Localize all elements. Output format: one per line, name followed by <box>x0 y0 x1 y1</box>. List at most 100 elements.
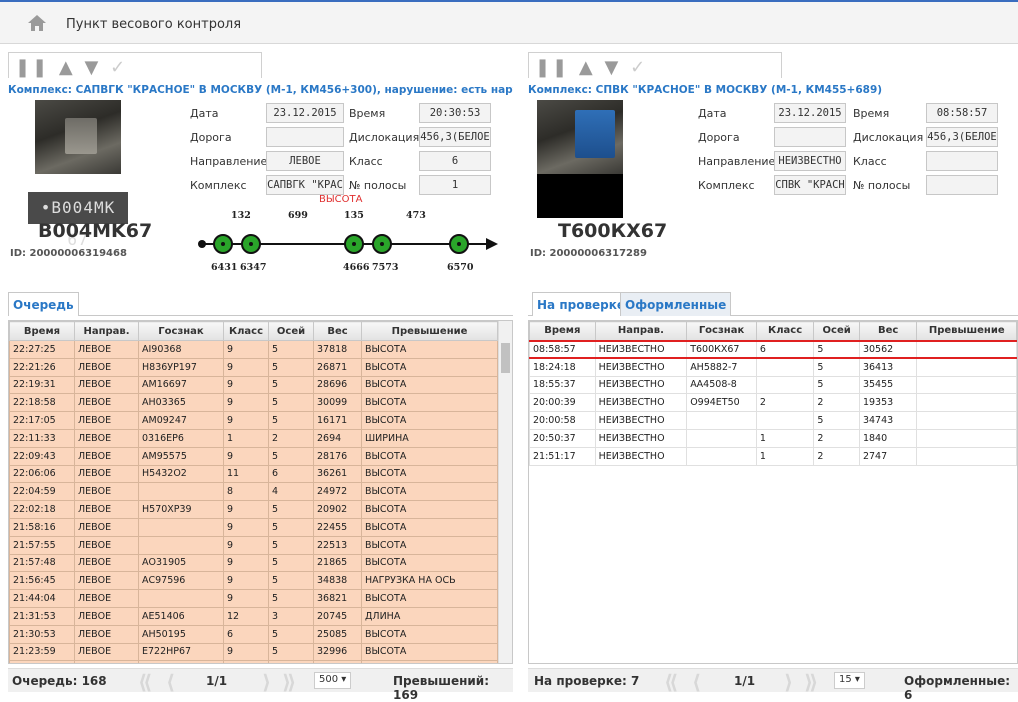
table-row[interactable]: 21:44:04 ЛЕВОЕ 9 5 36821 ВЫСОТА <box>9 589 498 608</box>
prev-page-icon[interactable]: ⟨ <box>692 670 701 694</box>
check-icon[interactable]: ✓ <box>630 57 647 78</box>
lane-field[interactable] <box>926 175 998 195</box>
road-icon[interactable]: ▲ <box>59 57 75 78</box>
time-field[interactable]: 20:30:53 <box>419 103 491 123</box>
table-row[interactable]: 22:18:58 ЛЕВОЕ АН03365 9 5 30099 ВЫСОТА <box>9 393 498 413</box>
table-row[interactable]: 22:21:26 ЛЕВОЕ Н836УР197 9 5 26871 ВЫСОТА <box>9 357 498 377</box>
wheel <box>344 234 364 254</box>
column-header[interactable]: Госзнак <box>686 321 757 341</box>
vehicle-photo[interactable] <box>35 100 121 174</box>
date-field[interactable]: 23.12.2015 <box>774 103 846 123</box>
class-label: Класс <box>853 155 887 168</box>
last-page-icon[interactable]: ⟩⟩ <box>804 670 818 694</box>
first-page-icon[interactable]: ⟨⟨ <box>138 670 152 694</box>
time-field[interactable]: 08:58:57 <box>926 103 998 123</box>
road-icon[interactable]: ▲ <box>579 57 595 78</box>
column-header[interactable]: Время <box>529 321 596 341</box>
table-row[interactable]: 22:02:18 ЛЕВОЕ Н570ХР39 9 5 20902 ВЫСОТА <box>9 500 498 519</box>
table-row[interactable]: 22:27:25 ЛЕВОЕ АI90368 9 5 37818 ВЫСОТА <box>9 340 498 359</box>
pause-icon[interactable]: ❚❚ <box>535 57 569 78</box>
complex-field[interactable]: САПВГК "КРАС <box>266 175 344 195</box>
class-field[interactable] <box>926 151 998 171</box>
column-header[interactable]: Время <box>9 321 75 341</box>
table-row[interactable]: 21:51:17 НЕИЗВЕСТНО 1 2 2747 <box>529 446 1017 466</box>
table-cell: ВЫСОТА <box>361 357 498 377</box>
next-page-icon[interactable]: ⟩ <box>784 670 793 694</box>
page-size-select[interactable]: 500 ▾ <box>314 672 352 689</box>
table-row[interactable]: 18:24:18 НЕИЗВЕСТНО АН5882-7 5 36413 <box>529 357 1017 377</box>
column-header[interactable]: Направ. <box>74 321 139 341</box>
table-cell: 22:06:06 <box>9 464 75 484</box>
table-row[interactable]: 22:17:05 ЛЕВОЕ АМ09247 9 5 16171 ВЫСОТА <box>9 411 498 430</box>
filter-icon[interactable]: ▼ <box>604 57 620 78</box>
table-row[interactable]: 21:30:53 ЛЕВОЕ АН50195 6 5 25085 ВЫСОТА <box>9 624 498 644</box>
dir-field[interactable]: ЛЕВОЕ <box>266 151 344 171</box>
vehicle-photo[interactable] <box>537 100 623 174</box>
table-cell: 19353 <box>858 393 918 413</box>
disloc-field[interactable]: 456,3(БЕЛОЕ <box>419 127 491 147</box>
table-cell: 22513 <box>313 535 362 555</box>
filter-icon[interactable]: ▼ <box>84 57 100 78</box>
first-page-icon[interactable]: ⟨⟨ <box>664 670 678 694</box>
column-header[interactable]: Превышение <box>361 321 498 341</box>
table-row[interactable]: 21:23:59 ЛЕВОЕ Е722НР67 9 5 32996 ВЫСОТА <box>9 642 498 662</box>
column-header[interactable]: Госзнак <box>138 321 224 341</box>
table-row[interactable]: 20:50:37 НЕИЗВЕСТНО 1 2 1840 <box>529 428 1017 448</box>
table-cell: 24972 <box>313 482 362 502</box>
last-page-icon[interactable]: ⟩⟩ <box>282 670 296 694</box>
tab-queue[interactable]: Очередь <box>8 292 79 316</box>
next-page-icon[interactable]: ⟩ <box>262 670 271 694</box>
tab-completed[interactable]: Оформленные <box>620 292 732 316</box>
road-field[interactable] <box>774 127 846 147</box>
table-row[interactable]: 18:55:37 НЕИЗВЕСТНО АА4508-8 5 35455 <box>529 375 1017 395</box>
page-size-select[interactable]: 15 ▾ <box>834 672 865 689</box>
tab-checking[interactable]: На проверке <box>532 292 631 316</box>
class-field[interactable]: 6 <box>419 151 491 171</box>
table-row[interactable]: 21:57:55 ЛЕВОЕ 9 5 22513 ВЫСОТА <box>9 535 498 555</box>
table-cell: 28696 <box>313 375 362 395</box>
pause-icon[interactable]: ❚❚ <box>15 57 49 78</box>
table-cell <box>138 517 224 537</box>
lane-label: № полосы <box>853 179 911 192</box>
table-row[interactable]: 22:04:59 ЛЕВОЕ 8 4 24972 ВЫСОТА <box>9 482 498 502</box>
table-row[interactable]: 22:19:31 ЛЕВОЕ АМ16697 9 5 28696 ВЫСОТА <box>9 375 498 395</box>
table-cell: 5 <box>268 624 314 644</box>
table-row[interactable]: 21:57:48 ЛЕВОЕ АО31905 9 5 21865 ВЫСОТА <box>9 553 498 573</box>
home-icon[interactable] <box>27 13 47 33</box>
table-cell: ВЫСОТА <box>361 517 498 537</box>
column-header[interactable]: Вес <box>858 321 918 341</box>
table-cell: 22:27:25 <box>9 340 75 359</box>
date-field[interactable]: 23.12.2015 <box>266 103 344 123</box>
time-label: Время <box>853 107 890 120</box>
table-cell: 21:44:04 <box>9 589 75 608</box>
class-label: Класс <box>349 155 383 168</box>
table-cell <box>755 357 815 377</box>
table-cell: ЛЕВОЕ <box>74 660 139 663</box>
table-row[interactable]: 22:09:43 ЛЕВОЕ АМ95575 9 5 28176 ВЫСОТА <box>9 446 498 466</box>
table-row[interactable]: 22:11:33 ЛЕВОЕ 0316ЕР6 1 2 2694 ШИРИНА <box>9 428 498 448</box>
road-field[interactable] <box>266 127 344 147</box>
disloc-field[interactable]: 456,3(БЕЛОЕ <box>926 127 998 147</box>
check-icon[interactable]: ✓ <box>110 57 127 78</box>
table-row[interactable]: 20:00:39 НЕИЗВЕСТНО О994ЕТ50 2 2 19353 <box>529 393 1017 413</box>
table-row[interactable]: 20:00:58 НЕИЗВЕСТНО 5 34743 <box>529 411 1017 430</box>
column-header[interactable]: Осей <box>268 321 314 341</box>
table-cell: 12 <box>223 606 269 626</box>
column-header[interactable]: Осей <box>813 321 860 341</box>
table-row[interactable]: 21:31:53 ЛЕВОЕ АЕ51406 12 3 20745 ДЛИНА <box>9 606 498 626</box>
table-row[interactable]: 21:58:16 ЛЕВОЕ 9 5 22455 ВЫСОТА <box>9 517 498 537</box>
column-header[interactable]: Направ. <box>594 321 688 341</box>
table-row[interactable]: 21:56:45 ЛЕВОЕ АС97596 9 5 34838 НАГРУЗКА НА О… <box>9 571 498 591</box>
table-row[interactable]: 21:02:10ЛЕВОЕКТ184836524003ВЫСОТА <box>9 660 498 663</box>
column-header[interactable]: Класс <box>223 321 269 341</box>
column-header[interactable]: Превышение <box>916 321 1017 341</box>
prev-page-icon[interactable]: ⟨ <box>166 670 175 694</box>
column-header[interactable]: Вес <box>313 321 362 341</box>
column-header[interactable]: Класс <box>755 321 815 341</box>
table-row[interactable]: 22:06:06 ЛЕВОЕ Н5432О2 11 6 36261 ВЫСОТА <box>9 464 498 484</box>
table-row[interactable]: 08:58:57 НЕИЗВЕСТНО Т600КХ67 6 5 30562 <box>529 339 1017 360</box>
queue-scrollbar[interactable] <box>498 321 512 663</box>
complex-field[interactable]: СПВК "КРАСН <box>774 175 846 195</box>
dir-field[interactable]: НЕИЗВЕСТНО <box>774 151 846 171</box>
lane-field[interactable]: 1 <box>419 175 491 195</box>
